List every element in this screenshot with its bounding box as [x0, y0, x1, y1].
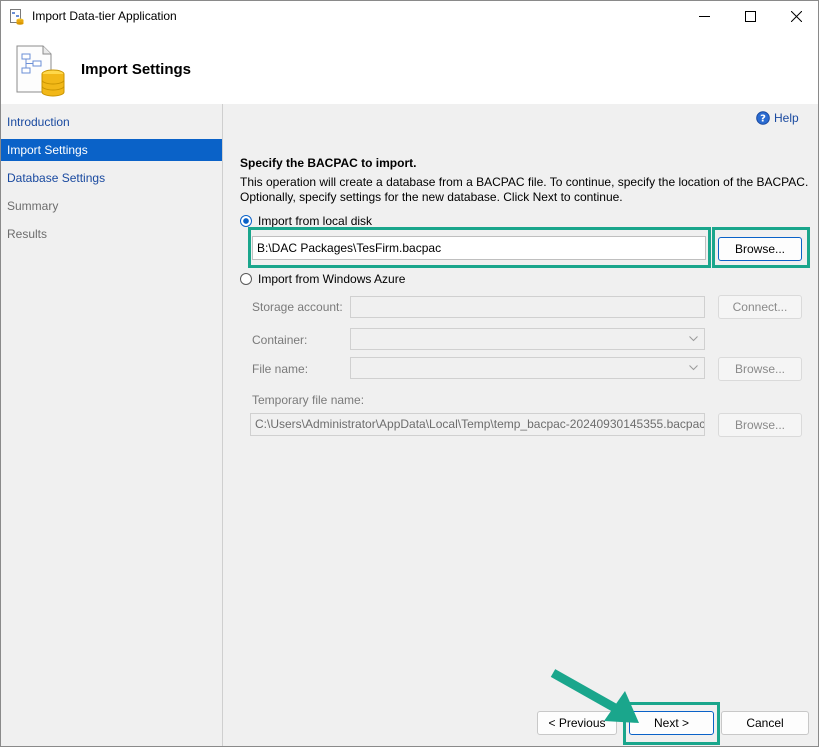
- window-title: Import Data-tier Application: [32, 9, 177, 23]
- azure-label[interactable]: Import from Windows Azure: [258, 272, 405, 286]
- svg-text:?: ?: [760, 114, 766, 125]
- file-name-select[interactable]: [350, 357, 705, 379]
- azure-browse-button[interactable]: Browse...: [718, 357, 802, 381]
- sidebar-item-import-settings[interactable]: Import Settings: [1, 139, 222, 161]
- sidebar-item-results: Results: [7, 227, 48, 241]
- close-button[interactable]: [773, 1, 819, 32]
- maximize-button[interactable]: [727, 1, 773, 32]
- wizard-content: ? Help Specify the BACPAC to import. Thi…: [223, 104, 818, 746]
- wizard-sidebar: Introduction Import Settings Database Se…: [1, 104, 223, 746]
- container-label: Container:: [252, 333, 308, 347]
- sidebar-item-database-settings[interactable]: Database Settings: [1, 167, 222, 189]
- app-icon: [10, 9, 24, 25]
- azure-option[interactable]: Import from Windows Azure: [240, 272, 405, 286]
- temp-file-label: Temporary file name:: [252, 393, 365, 407]
- page-title: Import Settings: [81, 61, 192, 78]
- dialog-window: Import Data-tier Application Import Sett…: [0, 0, 819, 747]
- file-name-label: File name:: [252, 362, 309, 376]
- temp-file-input[interactable]: C:\Users\Administrator\AppData\Local\Tem…: [250, 413, 705, 436]
- database-wizard-icon: [16, 45, 65, 97]
- title-bar[interactable]: Import Data-tier Application: [1, 1, 818, 32]
- local-disk-option[interactable]: Import from local disk: [240, 214, 372, 228]
- minimize-icon: [698, 16, 710, 17]
- temp-browse-button[interactable]: Browse...: [718, 413, 802, 437]
- sidebar-item-introduction[interactable]: Introduction: [1, 111, 222, 133]
- highlight-path-box: [248, 227, 711, 268]
- help-link[interactable]: ? Help: [756, 111, 799, 125]
- connect-button[interactable]: Connect...: [718, 295, 802, 319]
- help-label: Help: [774, 111, 799, 125]
- arrow-annotation-icon: [550, 669, 639, 723]
- storage-account-input[interactable]: [350, 296, 705, 318]
- wizard-header: Import Settings: [1, 32, 818, 104]
- local-disk-radio[interactable]: [240, 215, 252, 227]
- storage-account-label: Storage account:: [252, 300, 343, 314]
- container-select[interactable]: [350, 328, 705, 350]
- close-icon: [790, 11, 802, 22]
- local-disk-label[interactable]: Import from local disk: [258, 214, 372, 228]
- chevron-down-icon: [689, 365, 698, 371]
- chevron-down-icon: [689, 336, 698, 342]
- section-description: This operation will create a database fr…: [240, 175, 809, 204]
- help-icon: ?: [756, 111, 770, 125]
- highlight-browse-box: [712, 227, 810, 268]
- section-heading: Specify the BACPAC to import.: [240, 156, 417, 170]
- sidebar-item-summary: Summary: [7, 199, 59, 213]
- cancel-button[interactable]: Cancel: [721, 711, 809, 735]
- azure-radio[interactable]: [240, 273, 252, 285]
- maximize-icon: [744, 11, 756, 22]
- minimize-button[interactable]: [681, 1, 727, 32]
